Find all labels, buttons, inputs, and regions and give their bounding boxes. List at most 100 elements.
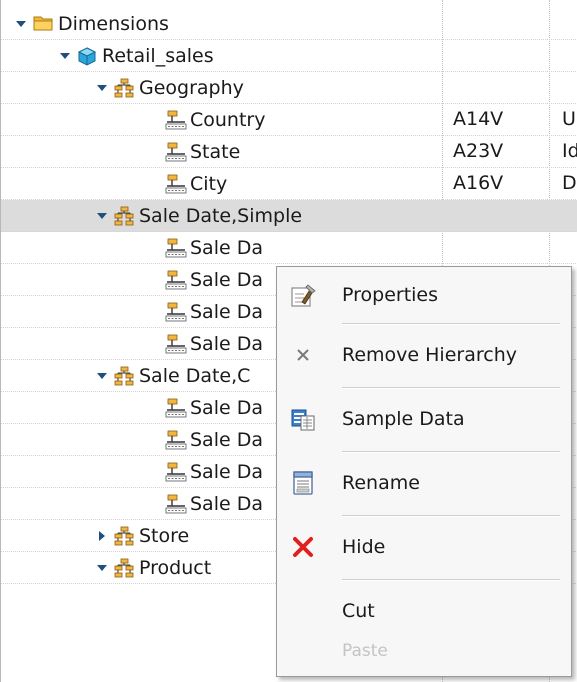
tree-cell-code: A16V [453,172,504,194]
tree-cell-code: A23V [453,140,504,162]
menu-item-paste: Paste [277,629,571,673]
tree-node-label: Sale Da [190,492,263,515]
menu-separator [342,387,560,389]
tree-row[interactable]: Country A14V U [1,104,577,136]
hierarchy-icon [114,558,134,578]
tree-node-label: Sale Date,C [139,364,251,387]
tree-node: City [147,168,227,199]
menu-item-label: Rename [342,472,420,494]
tree-cell-code: A14V [453,108,504,130]
tree-node: Sale Date,C [96,360,250,391]
level-icon [165,398,187,418]
tree-row[interactable]: Retail_sales [1,40,577,72]
tree-node: Geography [96,72,244,103]
collapse-arrow-icon[interactable] [15,8,27,39]
level-icon [165,174,187,194]
tree-node: Sale Da [147,296,263,327]
tree-node: Sale Da [147,488,263,519]
tree-node: Sale Da [147,232,263,263]
menu-item-label: Sample Data [342,408,465,430]
tree-node-label: Product [139,556,212,579]
menu-item-properties[interactable]: Properties [277,269,571,321]
tree-cell-extra: U [562,108,576,130]
tree-node-label: Sale Da [190,428,263,451]
menu-item-rename[interactable]: Rename [277,457,571,509]
folder-icon [33,14,53,34]
level-icon [165,494,187,514]
collapse-arrow-icon[interactable] [96,72,108,103]
tree-node-label: Geography [139,76,244,99]
tree-row[interactable]: Sale Da [1,232,577,264]
menu-item-sample-data[interactable]: Sample Data [277,393,571,445]
menu-item-label: Paste [342,641,388,661]
tree-node: State [147,136,240,167]
tree-node: Sale Da [147,456,263,487]
tree-row[interactable]: Sale Date,Simple [1,200,577,232]
menu-item-label: Cut [342,600,375,622]
expand-arrow-icon[interactable] [96,520,108,551]
tree-node-label: Retail_sales [102,44,214,67]
tree-node: Sale Da [147,328,263,359]
tree-node-label: Dimensions [58,12,169,35]
collapse-arrow-icon[interactable] [59,40,71,71]
hierarchy-icon [114,526,134,546]
tree-cell-extra: D [562,172,577,194]
tree-node-label: Sale Da [190,236,263,259]
menu-item-hide[interactable]: Hide [277,521,571,573]
level-icon [165,270,187,290]
tree-node: Dimensions [15,8,169,39]
tree-node: Product [96,552,211,583]
tree-node: Retail_sales [59,40,214,71]
level-icon [165,142,187,162]
rename-icon [289,469,317,497]
hierarchy-icon [114,78,134,98]
tree-cell-extra: Id [562,140,577,162]
tree-node-label: Country [190,108,266,131]
collapse-arrow-icon[interactable] [96,552,108,583]
tree-node: Sale Da [147,392,263,423]
level-icon [165,238,187,258]
tree-node-label: State [190,140,241,163]
tree-row[interactable]: Dimensions [1,8,577,40]
tree-node-label: Sale Da [190,268,263,291]
tree-node: Country [147,104,265,135]
tree-node-label: Sale Date,Simple [139,204,303,227]
tree-node: Sale Date,Simple [96,200,302,231]
remove-x-icon [289,341,317,369]
level-icon [165,462,187,482]
menu-separator [342,451,560,453]
tree-node-label: City [190,172,228,195]
tree-node-label: Sale Da [190,300,263,323]
cube-icon [77,46,97,66]
menu-item-label: Remove Hierarchy [342,344,517,366]
tree-node: Store [96,520,189,551]
tree-row[interactable]: City A16V D [1,168,577,200]
menu-item-remove-hierarchy[interactable]: Remove Hierarchy [277,329,571,381]
tree-node-label: Sale Da [190,460,263,483]
collapse-arrow-icon[interactable] [96,360,108,391]
tree-node-label: Store [139,524,190,547]
collapse-arrow-icon[interactable] [96,200,108,231]
level-icon [165,110,187,130]
level-icon [165,302,187,322]
level-icon [165,334,187,354]
menu-separator [342,579,560,581]
tree-node: Sale Da [147,424,263,455]
context-menu: Properties Remove Hierarchy Sample Data … [276,266,572,677]
tree-row[interactable]: State A23V Id [1,136,577,168]
menu-separator [342,515,560,517]
hierarchy-icon [114,206,134,226]
hierarchy-icon [114,366,134,386]
tree-row[interactable]: Geography [1,72,577,104]
tree-node: Sale Da [147,264,263,295]
sample-data-icon [289,405,317,433]
